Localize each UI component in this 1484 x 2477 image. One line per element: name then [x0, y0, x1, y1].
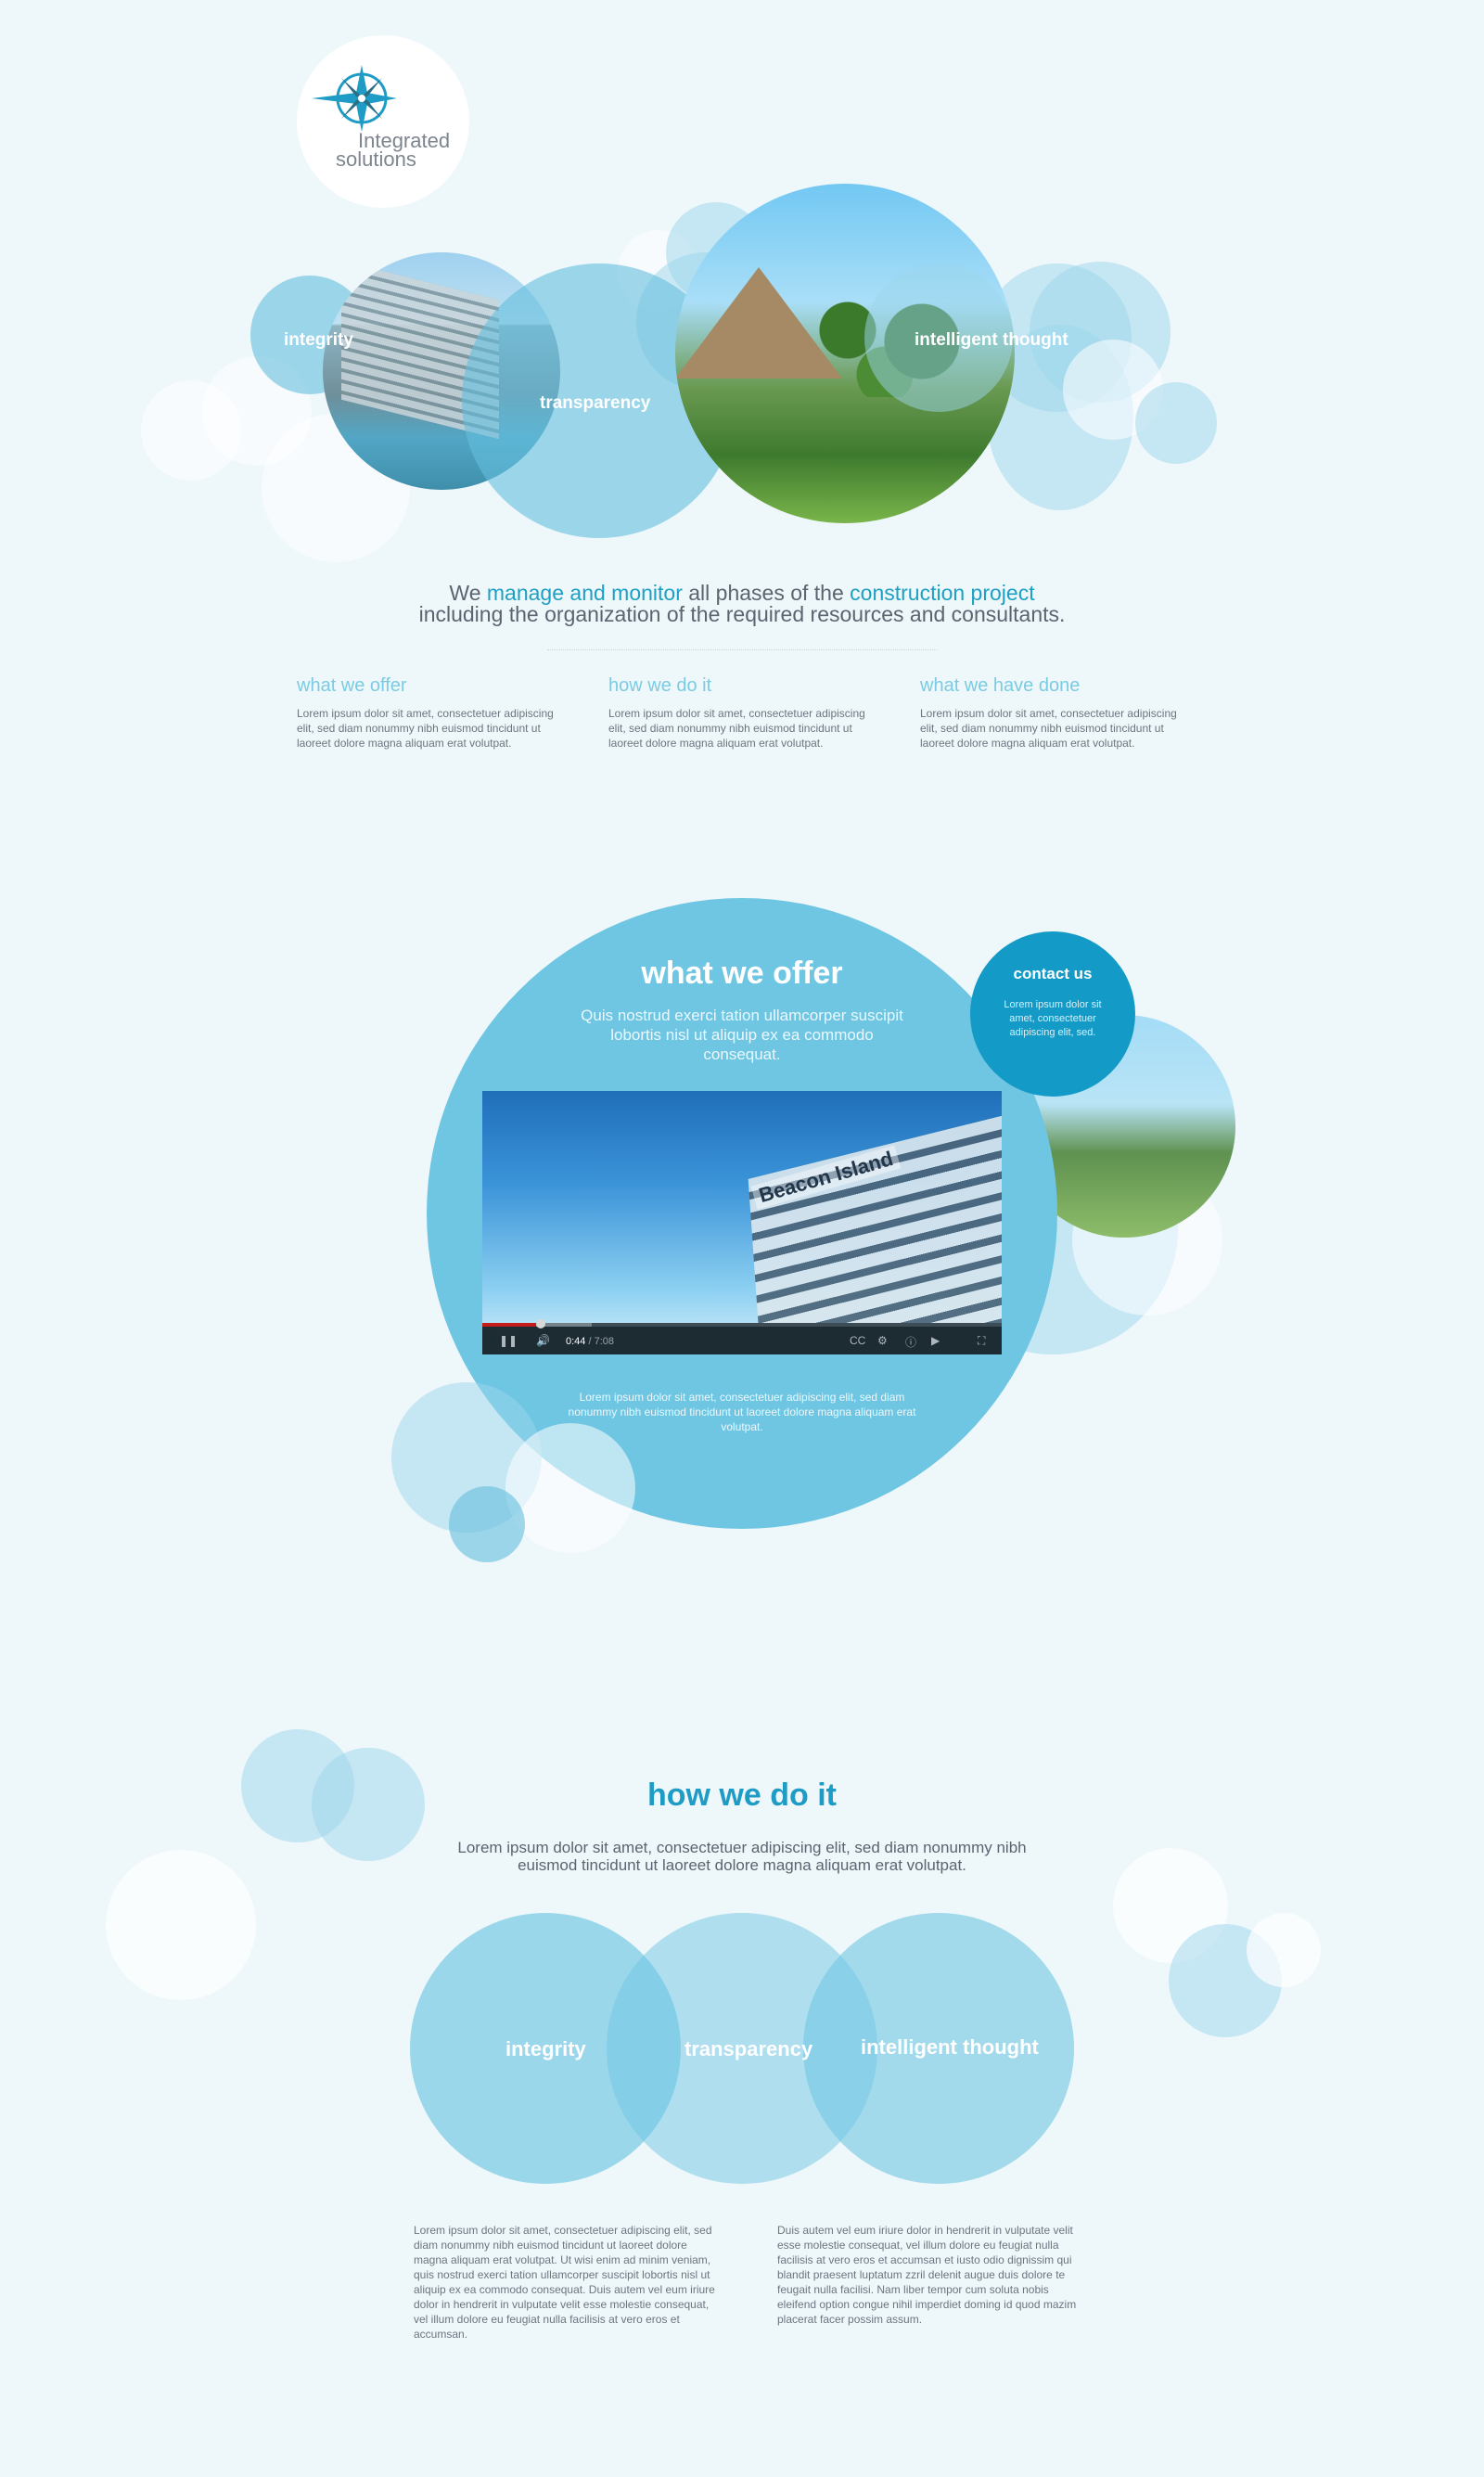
video-scrubber-handle[interactable] [536, 1319, 545, 1328]
contact-title[interactable]: contact us [970, 965, 1135, 983]
video-player[interactable]: Beacon Island ❚❚ 🔊 0:44 / 7:08 CC ⚙ ⓘ ▶ … [482, 1091, 1002, 1354]
volume-icon[interactable]: 🔊 [536, 1334, 550, 1347]
brand-logo[interactable]: Integrated solutions [297, 35, 469, 208]
brand-name: Integrated solutions [336, 129, 451, 171]
column-title[interactable]: what we have done [920, 675, 1180, 697]
hero-tagline: We manage and monitor all phases of the … [418, 581, 1066, 626]
how-text-right: Duis autem vel eum iriure dolor in hendr… [777, 2224, 1077, 2326]
section-divider [547, 649, 937, 650]
contact-us-circle[interactable]: contact us Lorem ipsum dolor sit amet, c… [970, 931, 1135, 1097]
info-icon[interactable]: ⓘ [905, 1334, 916, 1350]
offer-subtitle: Quis nostrud exerci tation ullamcorper s… [581, 1007, 903, 1063]
hero-label-intelligent-thought: intelligent thought [915, 330, 1068, 350]
venn-label-intelligent-thought: intelligent thought [861, 2035, 1039, 2059]
column-text: Lorem ipsum dolor sit amet, consectetuer… [297, 707, 554, 750]
youtube-logo-icon[interactable]: ▶ [931, 1334, 940, 1347]
venn-label-transparency: transparency [684, 2037, 813, 2060]
column-title[interactable]: how we do it [608, 675, 868, 697]
offer-description: Lorem ipsum dolor sit amet, consectetuer… [568, 1391, 916, 1433]
column-what-we-have-done: what we have done Lorem ipsum dolor sit … [920, 675, 1180, 751]
how-we-do-it-title: how we do it [647, 1778, 837, 1813]
column-how-we-do-it: how we do it Lorem ipsum dolor sit amet,… [608, 675, 868, 751]
bubble-decor [1247, 1913, 1321, 1987]
column-text: Lorem ipsum dolor sit amet, consectetuer… [608, 707, 865, 750]
column-what-we-offer: what we offer Lorem ipsum dolor sit amet… [297, 675, 556, 751]
offer-title: what we offer [641, 956, 843, 991]
contact-text: Lorem ipsum dolor sit amet, consectetuer… [1004, 999, 1102, 1038]
venn-label-integrity: integrity [505, 2037, 586, 2060]
settings-gear-icon[interactable]: ⚙ [877, 1334, 888, 1347]
bubble-decor [106, 1850, 256, 2000]
pause-icon[interactable]: ❚❚ [499, 1334, 518, 1347]
column-text: Lorem ipsum dolor sit amet, consectetuer… [920, 707, 1177, 750]
video-time: 0:44 / 7:08 [566, 1336, 615, 1347]
building-image [748, 1111, 1002, 1354]
video-controls: ❚❚ 🔊 0:44 / 7:08 CC ⚙ ⓘ ▶ ⛶ [482, 1319, 1002, 1354]
video-progress-bar[interactable] [482, 1323, 1002, 1327]
bubble-decor [505, 1423, 635, 1553]
video-progress-played [482, 1323, 536, 1327]
hero-label-transparency: transparency [540, 393, 651, 413]
captions-icon[interactable]: CC [850, 1334, 865, 1347]
bubble-decor [449, 1486, 525, 1562]
hero-label-integrity: integrity [284, 330, 353, 350]
bubble-decor [1135, 382, 1217, 464]
how-text-left: Lorem ipsum dolor sit amet, consectetuer… [414, 2224, 715, 2341]
fullscreen-icon[interactable]: ⛶ [978, 1334, 985, 1348]
how-we-do-it-subtitle: Lorem ipsum dolor sit amet, consectetuer… [457, 1839, 1027, 1874]
column-title[interactable]: what we offer [297, 675, 556, 697]
